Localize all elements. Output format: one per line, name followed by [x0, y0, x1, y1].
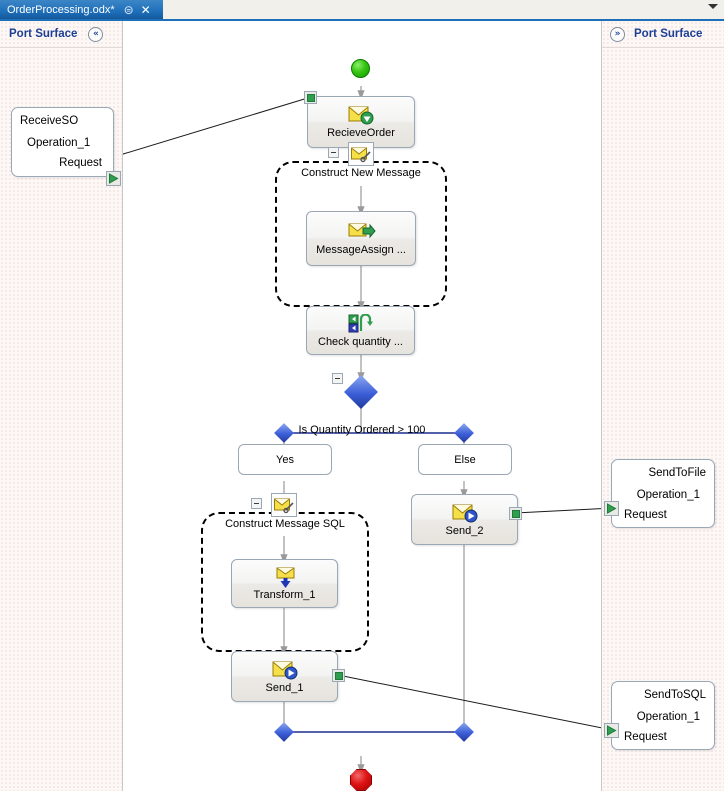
shape-check-quantity[interactable]: Check quantity ... — [306, 306, 415, 355]
green-arrow-icon[interactable] — [106, 171, 121, 186]
right-panel-header: » Port Surface — [602, 21, 724, 47]
green-arrow-icon[interactable] — [604, 501, 619, 516]
start-circle-icon[interactable] — [351, 59, 370, 78]
port-receiveso-title: ReceiveSO — [20, 115, 79, 127]
shape-message-assignment-label: MessageAssign ... — [316, 243, 406, 256]
left-panel-header: Port Surface « — [0, 21, 131, 47]
left-panel-divider — [0, 47, 122, 48]
expression-icon — [348, 312, 374, 334]
connector-port-send-1[interactable] — [332, 669, 345, 682]
left-port-surface-panel: Port Surface « ReceiveSO Operation_1 Req… — [0, 21, 123, 791]
document-tab-orderprocessing[interactable]: OrderProcessing.odx* ⊜ ✕ — [0, 0, 163, 19]
port-receiveso[interactable]: ReceiveSO Operation_1 Request — [11, 107, 114, 177]
shape-recieveorder[interactable]: RecieveOrder — [307, 96, 415, 148]
chevron-down-icon[interactable] — [708, 4, 718, 9]
document-tab-strip: OrderProcessing.odx* ⊜ ✕ — [0, 0, 724, 19]
port-sendtofile-title: SendToFile — [648, 467, 706, 479]
port-sendtosql-message: Request — [624, 731, 667, 743]
construct-message-icon — [348, 142, 374, 166]
shape-send-2[interactable]: Send_2 — [411, 494, 518, 545]
orchestration-canvas[interactable]: RecieveOrder Construct New Message Messa… — [123, 21, 601, 791]
shape-check-quantity-label: Check quantity ... — [318, 335, 403, 348]
port-receiveso-message: Request — [59, 157, 102, 169]
collapse-box-construct-message-sql[interactable] — [251, 498, 262, 509]
connector-port-recieveorder[interactable] — [304, 91, 317, 104]
collapse-box-decision[interactable] — [332, 373, 343, 384]
port-sendtosql-title: SendToSQL — [643, 689, 706, 701]
scope-construct-new-message-label: Construct New Message — [301, 167, 421, 179]
port-sendtofile[interactable]: SendToFile Operation_1 Request — [611, 459, 715, 528]
green-arrow-icon[interactable] — [604, 723, 619, 738]
right-port-surface-panel: » Port Surface SendToFile Operation_1 Re… — [601, 21, 724, 791]
send-message-icon — [452, 503, 478, 523]
right-panel-divider — [602, 47, 724, 48]
construct-message-icon — [271, 493, 297, 517]
port-sendtosql[interactable]: SendToSQL Operation_1 Request — [611, 681, 715, 750]
shape-message-assignment[interactable]: MessageAssign ... — [306, 211, 416, 266]
pin-icon[interactable]: ⊜ — [124, 4, 134, 16]
branch-box-else[interactable]: Else — [418, 444, 512, 475]
orchestration-designer-window: OrderProcessing.odx* ⊜ ✕ Port Surface « … — [0, 0, 724, 791]
branch-box-else-label: Else — [454, 453, 476, 466]
shape-send-1[interactable]: Send_1 — [231, 651, 338, 702]
port-receiveso-operation: Operation_1 — [27, 137, 91, 149]
port-sendtofile-operation: Operation_1 — [636, 489, 700, 501]
shape-transform-1[interactable]: Transform_1 — [231, 559, 338, 608]
shape-send-1-label: Send_1 — [265, 681, 304, 694]
left-panel-title: Port Surface — [9, 28, 78, 40]
connector-port-send-2[interactable] — [509, 507, 522, 520]
right-panel-title: Port Surface — [634, 28, 703, 40]
decision-label: Is Quantity Ordered > 100 — [298, 424, 426, 436]
receive-message-icon — [348, 105, 374, 125]
shape-transform-1-label: Transform_1 — [253, 588, 316, 601]
document-tab-label: OrderProcessing.odx* — [7, 3, 115, 16]
message-assignment-icon — [348, 222, 376, 242]
port-sendtosql-operation: Operation_1 — [636, 711, 700, 723]
chevron-double-right-icon[interactable]: » — [610, 26, 625, 42]
transform-icon — [272, 567, 298, 588]
collapse-box-construct-new-message[interactable] — [328, 147, 339, 158]
port-sendtofile-message: Request — [624, 509, 667, 521]
branch-box-yes-label: Yes — [276, 453, 294, 466]
branch-box-yes[interactable]: Yes — [238, 444, 332, 475]
close-icon[interactable]: ✕ — [141, 4, 151, 16]
scope-construct-message-sql-label: Construct Message SQL — [225, 518, 345, 530]
shape-send-2-label: Send_2 — [445, 524, 484, 537]
shape-recieveorder-label: RecieveOrder — [327, 127, 395, 139]
send-message-icon — [272, 660, 298, 680]
chevron-double-left-icon[interactable]: « — [88, 26, 104, 42]
